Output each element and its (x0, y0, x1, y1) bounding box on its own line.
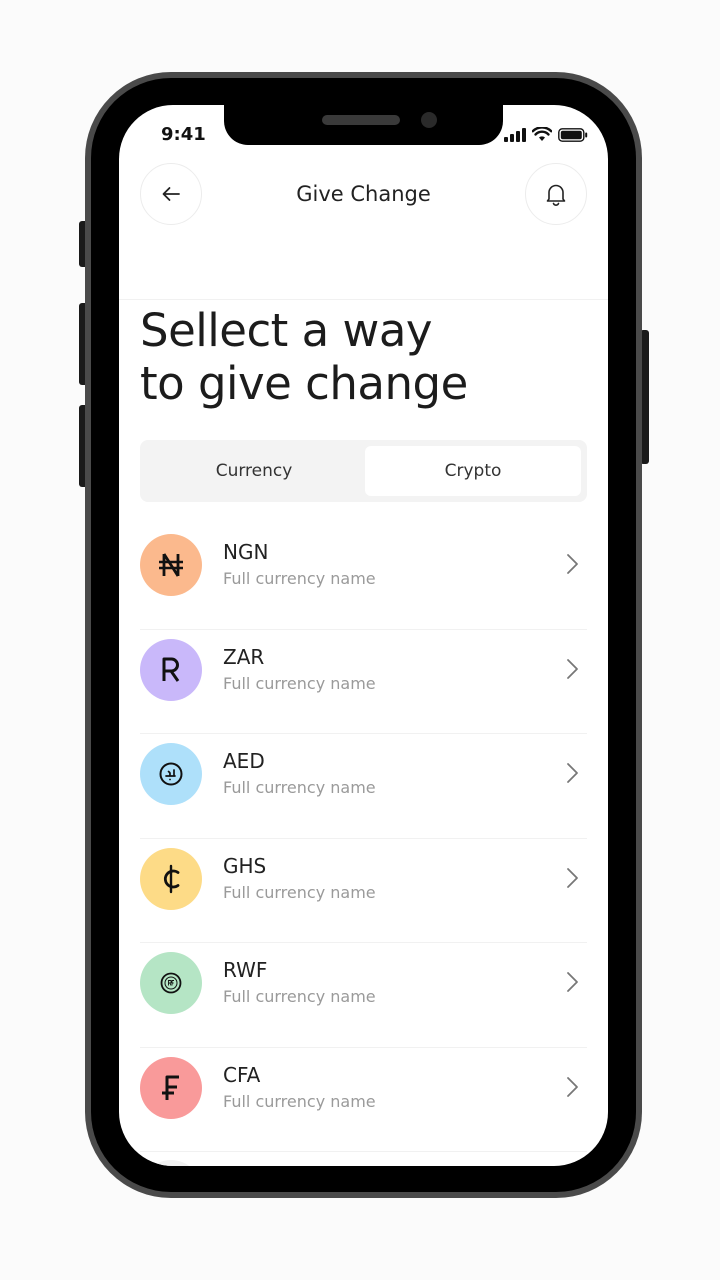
tab-crypto[interactable]: Crypto (365, 446, 581, 496)
dirham-icon (159, 762, 183, 786)
wifi-icon (532, 127, 552, 141)
currency-avatar (140, 534, 202, 596)
currency-row-ngn[interactable]: NGN Full currency name (140, 525, 587, 630)
currency-name: Full currency name (223, 882, 376, 902)
currency-avatar (140, 847, 202, 910)
segmented-control: Currency Crypto (140, 440, 587, 502)
currency-code: NGN (223, 540, 269, 564)
currency-name: Full currency name (223, 778, 376, 797)
currency-list: NGN Full currency name ZAR Full currency… (140, 525, 587, 1152)
currency-name: Full currency name (223, 1091, 376, 1111)
notifications-button[interactable] (525, 163, 587, 225)
headline-line-2: to give change (140, 357, 468, 410)
currency-avatar (140, 952, 202, 1014)
notch (224, 105, 503, 145)
rand-icon (162, 657, 180, 682)
currency-avatar (140, 1056, 202, 1119)
currency-row-zar[interactable]: ZAR Full currency name (140, 630, 587, 734)
currency-row-rwf[interactable]: RWF Full currency name (140, 943, 587, 1048)
chevron-right-icon (567, 763, 578, 783)
franc-icon (162, 1075, 179, 1100)
currency-row-aed[interactable]: AED Full currency name (140, 734, 587, 839)
chevron-right-icon (567, 658, 578, 679)
front-camera (421, 112, 437, 128)
currency-row-cfa[interactable]: CFA Full currency name (140, 1048, 587, 1152)
franc-rwanda-icon (160, 972, 182, 994)
currency-code: CFA (223, 1062, 261, 1087)
speaker (322, 115, 400, 125)
header: Give Change (119, 163, 608, 300)
signal-icon (504, 127, 526, 142)
status-icons (504, 127, 588, 142)
battery-icon (558, 127, 588, 142)
currency-code: GHS (223, 853, 267, 878)
currency-code: AED (223, 749, 265, 773)
chevron-right-icon (567, 554, 578, 574)
currency-name: Full currency name (223, 987, 376, 1006)
currency-avatar (140, 743, 202, 805)
currency-name: Full currency name (223, 673, 376, 693)
cedi-icon (164, 864, 180, 893)
headline: Sellect a way to give change (140, 304, 580, 410)
currency-name: Full currency name (223, 569, 376, 588)
chevron-right-icon (567, 1076, 578, 1097)
header-divider (119, 299, 608, 300)
currency-code: ZAR (223, 644, 265, 669)
bell-icon (546, 184, 566, 206)
chevron-right-icon (567, 867, 578, 888)
currency-row-ghs[interactable]: GHS Full currency name (140, 839, 587, 943)
currency-code: RWF (223, 958, 268, 982)
chevron-right-icon (567, 972, 578, 992)
tab-currency[interactable]: Currency (146, 446, 362, 496)
naira-icon (159, 553, 183, 577)
headline-line-1: Sellect a way (140, 304, 433, 357)
screen: 9:41 Give Change Sellect a way to give c… (119, 105, 608, 1166)
status-time: 9:41 (161, 124, 206, 145)
currency-avatar (140, 638, 202, 701)
